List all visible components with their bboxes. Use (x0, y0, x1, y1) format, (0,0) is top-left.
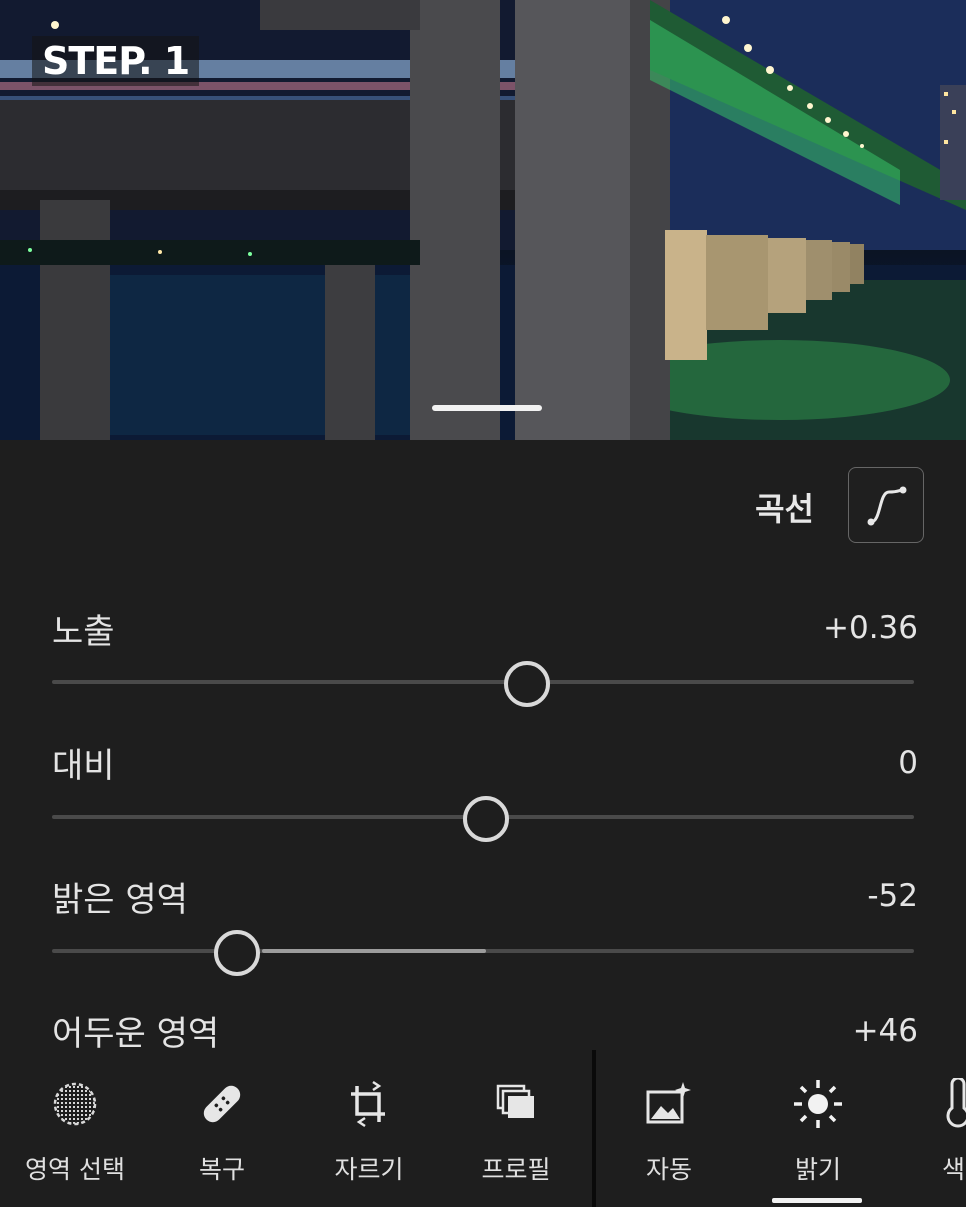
contrast-slider-thumb[interactable] (463, 796, 509, 842)
highlights-slider-fill (262, 949, 486, 953)
step-label: STEP. 1 (32, 36, 200, 86)
curve-button[interactable] (848, 467, 924, 543)
selective-icon (53, 1082, 97, 1126)
exposure-slider-thumb[interactable] (504, 661, 550, 707)
tool-label: 영역 선택 (25, 1155, 125, 1184)
profile-icon (496, 1084, 534, 1118)
highlights-value[interactable]: -52 (867, 878, 918, 914)
auto-icon (646, 1082, 691, 1124)
tool-label: 자동 (645, 1155, 692, 1184)
tool-auto[interactable]: 자동 (594, 1050, 744, 1207)
tool-label: 색 (942, 1155, 966, 1184)
contrast-label: 대비 (52, 746, 115, 786)
highlights-slider-thumb[interactable] (214, 930, 260, 976)
photo-preview[interactable]: STEP. 1 (0, 0, 966, 440)
panel-drag-handle[interactable] (432, 405, 542, 411)
tool-profile[interactable]: 프로필 (441, 1050, 591, 1207)
thermometer-icon (946, 1078, 966, 1128)
exposure-label: 노출 (52, 612, 115, 652)
highlights-label: 밝은 영역 (52, 880, 188, 920)
tool-label: 복구 (198, 1155, 245, 1184)
contrast-value[interactable]: 0 (898, 745, 918, 781)
tool-crop[interactable]: 자르기 (294, 1050, 444, 1207)
shadows-label: 어두운 영역 (52, 1014, 220, 1054)
tool-healing[interactable]: 복구 (147, 1050, 297, 1207)
tool-selective[interactable]: 영역 선택 (0, 1050, 150, 1207)
exposure-slider[interactable] (52, 680, 914, 684)
active-tool-indicator (772, 1198, 862, 1203)
tool-label: 프로필 (481, 1155, 551, 1184)
curve-icon (867, 486, 907, 526)
sun-icon (794, 1080, 842, 1128)
shadows-value[interactable]: +46 (853, 1013, 918, 1049)
tool-color[interactable]: 색 (892, 1050, 966, 1207)
crop-icon (351, 1080, 385, 1128)
tool-light[interactable]: 밝기 (743, 1050, 893, 1207)
tool-label: 자르기 (334, 1155, 404, 1184)
exposure-value[interactable]: +0.36 (823, 610, 918, 646)
bandage-icon (203, 1085, 241, 1123)
bottom-toolbar: 영역 선택 복구 자르기 프로필 자동 밝기 색 (0, 1050, 966, 1207)
curve-label: 곡선 (755, 490, 814, 528)
light-panel: 곡선 노출 +0.36 대비 0 밝은 영역 -52 어두운 영역 +46 (0, 440, 966, 1054)
tool-label: 밝기 (794, 1155, 841, 1184)
